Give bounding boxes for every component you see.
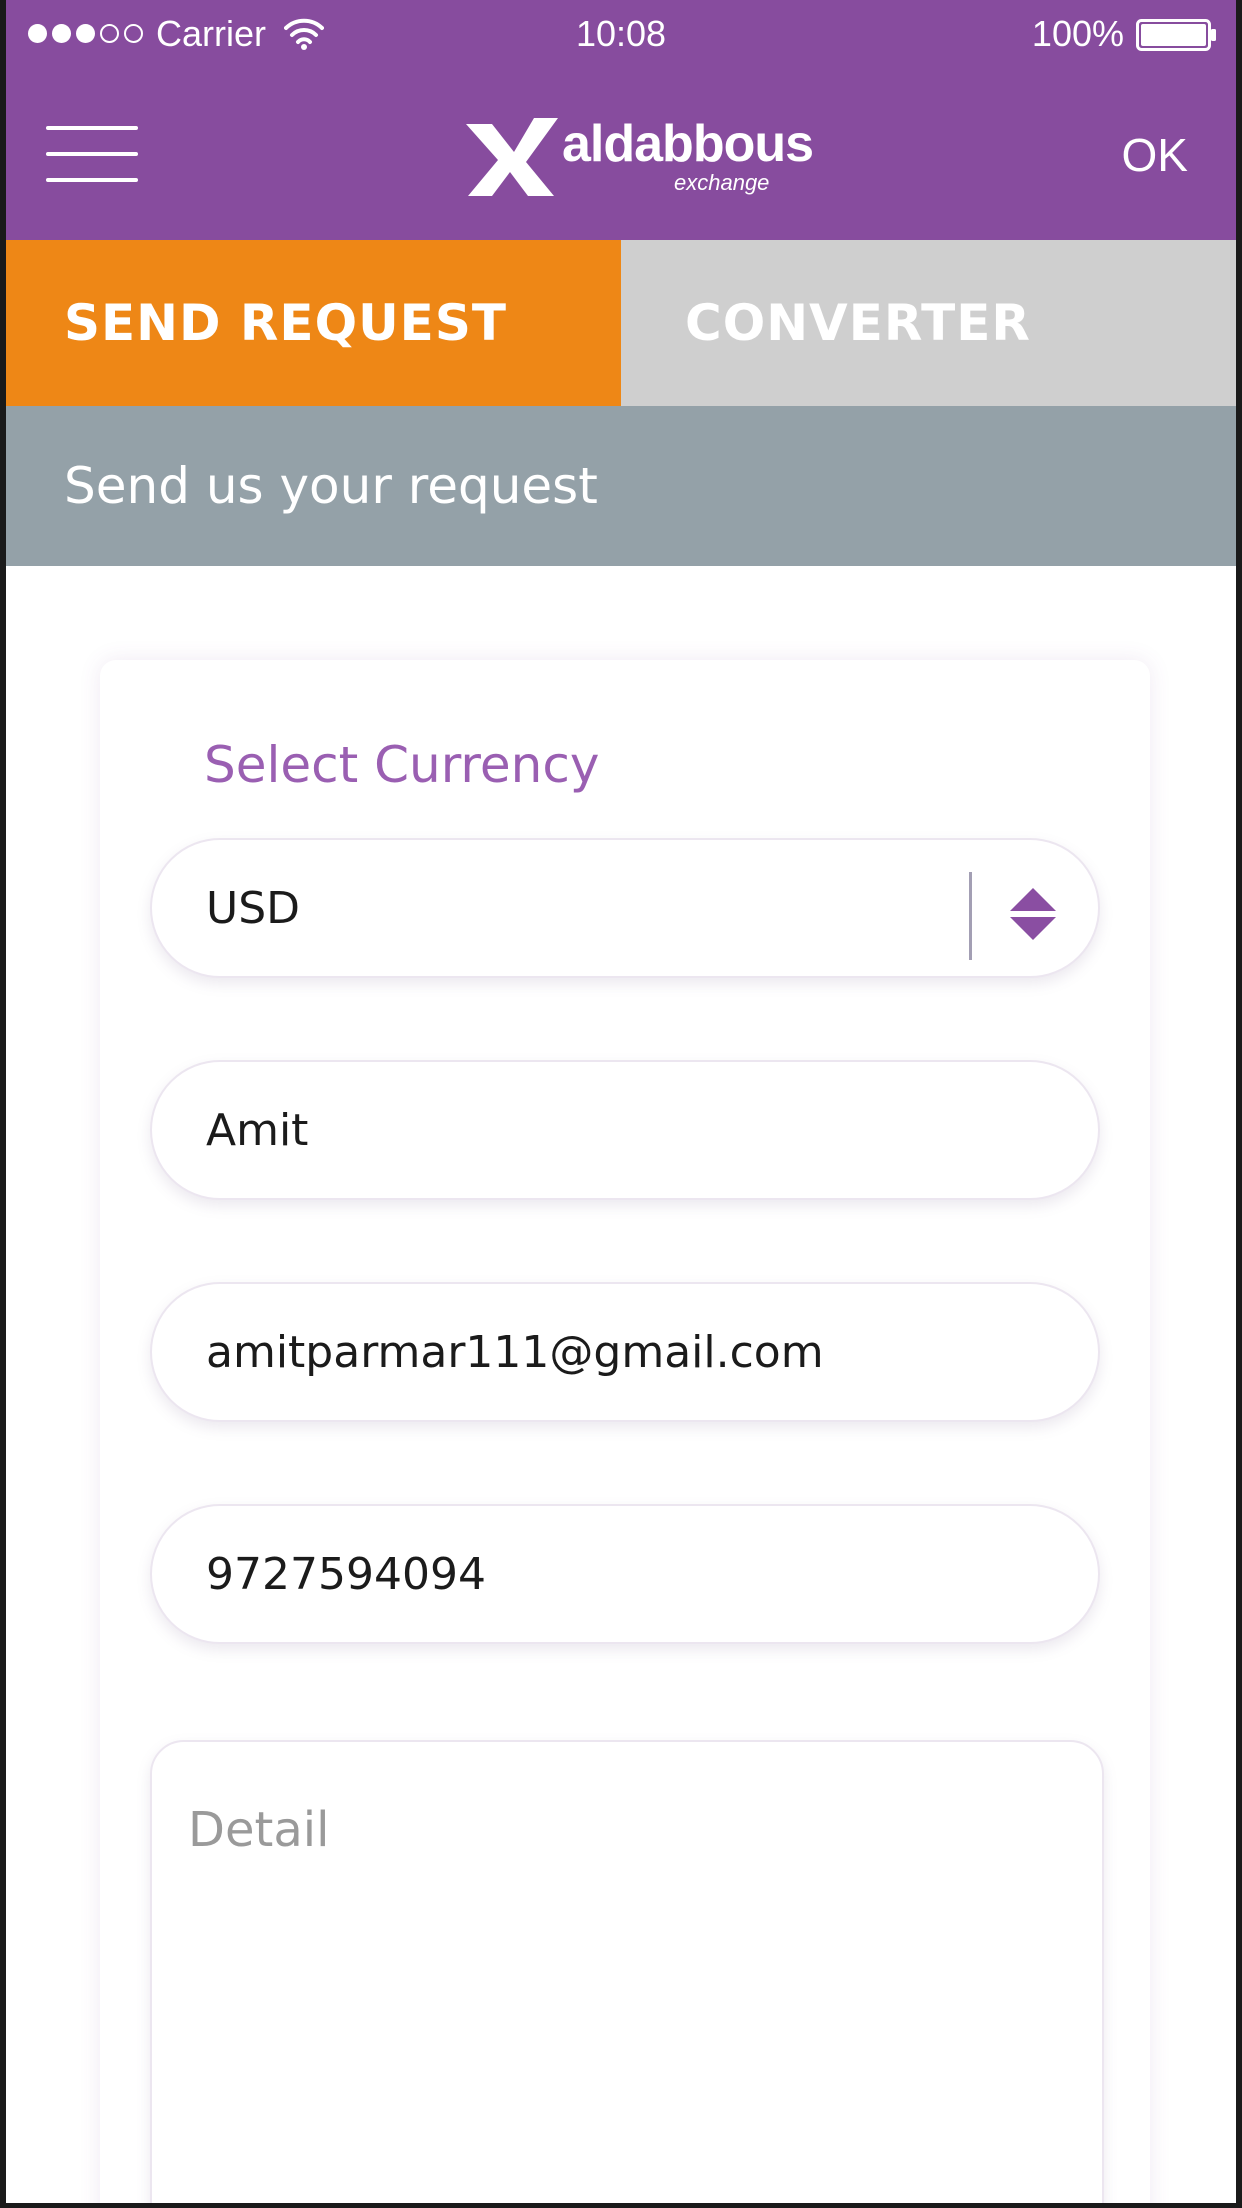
ok-button[interactable]: OK [1122,128,1188,182]
page-subtitle: Send us your request [6,406,1236,566]
hamburger-menu-icon[interactable] [46,126,142,186]
status-bar: Carrier 10:08 100% [6,0,1236,72]
name-field[interactable]: Amit [150,1060,1100,1200]
phone-field-value: 9727594094 [206,1548,486,1600]
request-form-card: Select Currency USD Amit amitparmar111@g… [100,660,1150,2203]
logo-x-icon [466,118,558,196]
app-screen: Carrier 10:08 100% aldabbous exchange OK [0,0,1242,2208]
tab-converter[interactable]: CONVERTER [621,240,1236,406]
currency-select-value: USD [206,882,301,934]
detail-textarea[interactable]: Detail [150,1740,1104,2203]
tab-bar: SEND REQUEST CONVERTER [6,240,1236,406]
select-currency-label: Select Currency [204,736,600,794]
battery-icon [1136,19,1216,51]
navigation-bar: aldabbous exchange OK [6,72,1236,240]
email-field-value: amitparmar111@gmail.com [206,1326,824,1378]
battery-percentage: 100% [1031,13,1124,54]
select-divider [969,872,972,960]
brand-logo: aldabbous exchange [462,112,814,204]
phone-field[interactable]: 9727594094 [150,1504,1100,1644]
name-field-value: Amit [206,1104,309,1156]
tab-send-request[interactable]: SEND REQUEST [6,240,621,406]
currency-select[interactable]: USD [150,838,1100,978]
logo-wordmark: aldabbous [562,115,814,173]
email-field[interactable]: amitparmar111@gmail.com [150,1282,1100,1422]
select-arrows-icon [1010,888,1056,940]
detail-placeholder: Detail [188,1802,330,1858]
logo-subtitle: exchange [674,170,770,195]
